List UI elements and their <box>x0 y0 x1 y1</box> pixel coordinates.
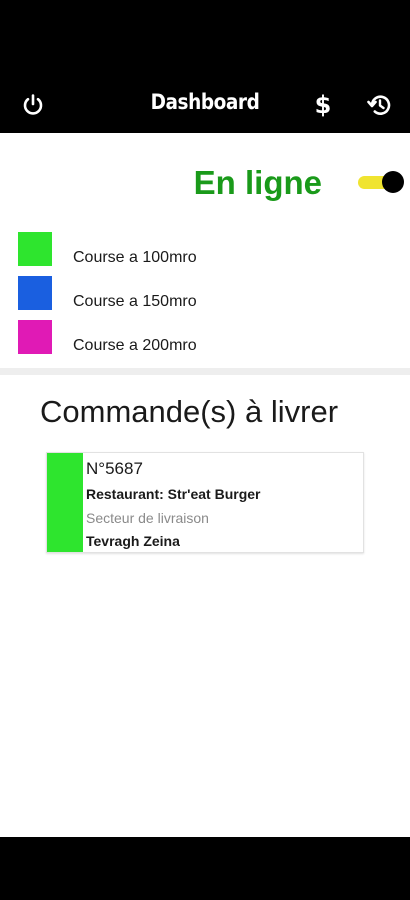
navigation-bar-area <box>0 837 410 900</box>
legend-label: Course a 100mro <box>73 249 197 266</box>
legend-label: Course a 200mro <box>73 337 197 354</box>
legend-item: Course a 150mro <box>18 276 398 320</box>
price-legend: Course a 100mro Course a 150mro Course a… <box>18 232 398 364</box>
legend-swatch-blue <box>18 276 52 310</box>
order-sector: Tevragh Zeina <box>86 533 180 549</box>
order-number: N°5687 <box>86 459 143 478</box>
legend-item: Course a 200mro <box>18 320 398 364</box>
orders-section-title: Commande(s) à livrer <box>40 394 339 429</box>
online-status-row: En ligne <box>0 160 410 208</box>
history-icon[interactable] <box>366 92 392 118</box>
order-price-indicator <box>47 453 83 552</box>
legend-swatch-green <box>18 232 52 266</box>
section-divider <box>0 368 410 375</box>
legend-item: Course a 100mro <box>18 232 398 276</box>
order-restaurant: Restaurant: Str'eat Burger <box>86 486 261 502</box>
order-card[interactable]: N°5687 Restaurant: Str'eat Burger Secteu… <box>46 452 364 553</box>
order-sector-label: Secteur de livraison <box>86 510 209 526</box>
dashboard-screen: Dashboard $ En ligne Course a 100mro Cou… <box>0 0 410 900</box>
legend-swatch-magenta <box>18 320 52 354</box>
top-app-bar: Dashboard $ <box>0 82 410 128</box>
legend-label: Course a 150mro <box>73 293 197 310</box>
toggle-knob <box>382 171 404 193</box>
dollar-icon[interactable]: $ <box>310 91 336 119</box>
online-toggle[interactable] <box>357 168 405 194</box>
online-status-label: En ligne <box>193 164 322 201</box>
